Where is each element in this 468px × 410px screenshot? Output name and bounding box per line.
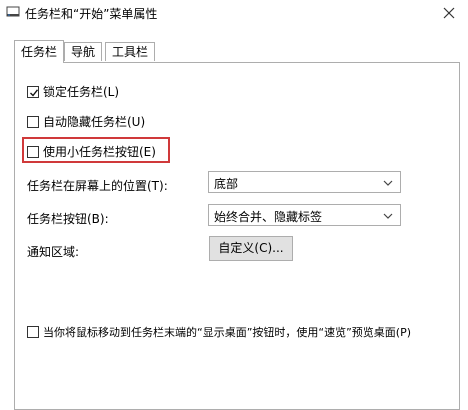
- tab-strip: 任务栏 导航 工具栏: [14, 40, 454, 63]
- taskbar-location-value: 底部: [214, 177, 239, 191]
- taskbar-properties-icon: [6, 5, 20, 19]
- title-bar: 任务栏和“开始”菜单属性: [0, 0, 468, 30]
- close-icon: [443, 7, 455, 19]
- taskbar-buttons-label: 任务栏按钮(B):: [27, 212, 109, 226]
- tab-taskbar[interactable]: 任务栏: [14, 40, 65, 63]
- small-taskbar-buttons-checkbox[interactable]: [27, 145, 39, 158]
- taskbar-buttons-select[interactable]: 始终合并、隐藏标签: [208, 204, 401, 226]
- peek-desktop-option[interactable]: 当你将鼠标移动到任务栏末端的“显示桌面”按钮时，使用“速览”预览桌面(P): [27, 324, 411, 340]
- autohide-taskbar-label: 自动隐藏任务栏(U): [43, 115, 146, 129]
- tab-toolbars[interactable]: 工具栏: [105, 42, 156, 61]
- chevron-down-icon: [383, 213, 393, 219]
- checkmark-icon: [30, 88, 39, 97]
- notification-area-label: 通知区域:: [27, 245, 80, 259]
- small-taskbar-buttons-label: 使用小任务栏按钮(E): [43, 145, 156, 159]
- lock-taskbar-checkbox[interactable]: [27, 85, 39, 98]
- window-title: 任务栏和“开始”菜单属性: [25, 7, 158, 21]
- customize-button[interactable]: 自定义(C)...: [209, 236, 293, 261]
- taskbar-location-label: 任务栏在屏幕上的位置(T):: [27, 179, 168, 193]
- small-taskbar-buttons-option[interactable]: 使用小任务栏按钮(E): [27, 143, 156, 160]
- chevron-down-icon: [383, 180, 393, 186]
- autohide-taskbar-option[interactable]: 自动隐藏任务栏(U): [27, 113, 145, 130]
- tab-navigation[interactable]: 导航: [64, 42, 103, 61]
- close-button[interactable]: [430, 0, 468, 28]
- taskbar-location-select[interactable]: 底部: [208, 171, 401, 193]
- lock-taskbar-label: 锁定任务栏(L): [43, 85, 120, 99]
- peek-desktop-checkbox[interactable]: [27, 326, 39, 338]
- taskbar-buttons-value: 始终合并、隐藏标签: [214, 210, 323, 224]
- peek-desktop-label: 当你将鼠标移动到任务栏末端的“显示桌面”按钮时，使用“速览”预览桌面(P): [43, 326, 412, 339]
- autohide-taskbar-checkbox[interactable]: [27, 115, 39, 128]
- lock-taskbar-option[interactable]: 锁定任务栏(L): [27, 83, 119, 100]
